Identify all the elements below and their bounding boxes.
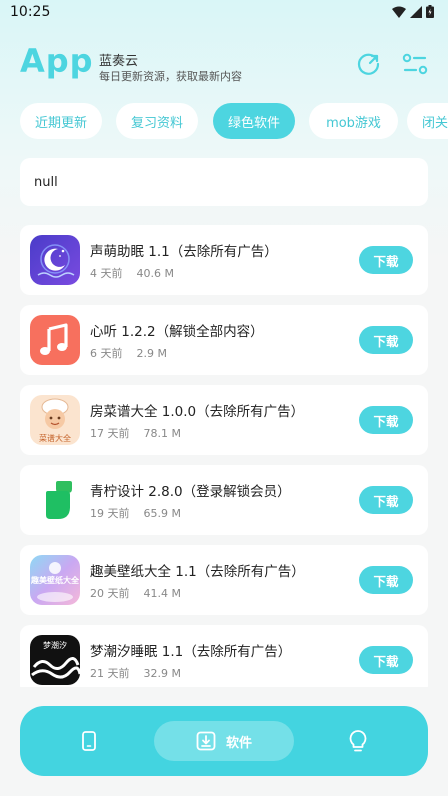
music-note-icon <box>30 315 80 365</box>
list-item[interactable]: 心听 1.2.2（解锁全部内容） 6 天前 2.9 M 下载 <box>20 305 428 375</box>
download-button[interactable]: 下载 <box>359 566 413 594</box>
app-size: 2.9 M <box>136 347 167 360</box>
download-button[interactable]: 下载 <box>359 326 413 354</box>
refresh-button[interactable] <box>356 51 382 77</box>
refresh-icon <box>357 53 380 75</box>
app-name: 趣美壁纸大全 1.1（去除所有广告） <box>90 564 305 580</box>
app-meta: 4 天前 40.6 M <box>90 265 174 281</box>
list-item[interactable]: 趣美壁纸大全 趣美壁纸大全 1.1（去除所有广告） 20 天前 41.4 M 下载 <box>20 545 428 615</box>
settings-button[interactable] <box>402 51 428 77</box>
lightbulb-icon <box>349 730 367 752</box>
cell-signal-icon <box>410 5 422 18</box>
wifi-icon <box>392 6 406 18</box>
tab-review-materials[interactable]: 复习资料 <box>116 103 198 139</box>
app-size: 32.9 M <box>143 667 181 680</box>
download-button[interactable]: 下载 <box>359 486 413 514</box>
download-button[interactable]: 下载 <box>359 406 413 434</box>
list-item[interactable]: 菜谱大全 房菜谱大全 1.0.0（去除所有广告） 17 天前 78.1 M 下载 <box>20 385 428 455</box>
icon-lettering: 趣美壁纸大全 <box>30 575 80 585</box>
download-button[interactable]: 下载 <box>359 246 413 274</box>
tab-green-software[interactable]: 绿色软件 <box>213 103 295 139</box>
app-name: 声萌助眠 1.1（去除所有广告） <box>90 244 278 260</box>
app-name: 心听 1.2.2（解锁全部内容） <box>90 324 264 340</box>
app-time: 19 天前 <box>90 507 130 520</box>
phone-icon <box>82 731 96 751</box>
nav-software-label: 软件 <box>225 735 252 751</box>
tab-mob-games[interactable]: mob游戏 <box>309 103 398 139</box>
app-meta: 20 天前 41.4 M <box>90 585 181 601</box>
nav-phone-button[interactable] <box>78 730 100 752</box>
nav-software-button[interactable]: 软件 <box>154 721 294 761</box>
list-item[interactable]: 青柠设计 2.8.0（登录解锁会员） 19 天前 65.9 M 下载 <box>20 465 428 535</box>
header-subtitle: 蓝奏云 <box>99 54 139 69</box>
tab-retreat[interactable]: 闭关 <box>407 103 448 139</box>
app-time: 20 天前 <box>90 587 130 600</box>
download-icon <box>196 731 216 751</box>
app-time: 17 天前 <box>90 427 130 440</box>
notice-text: null <box>34 175 58 190</box>
wallpaper-icon: 趣美壁纸大全 <box>30 555 80 605</box>
list-item[interactable]: 声萌助眠 1.1（去除所有广告） 4 天前 40.6 M 下载 <box>20 225 428 295</box>
app-time: 21 天前 <box>90 667 130 680</box>
app-name: 房菜谱大全 1.0.0（去除所有广告） <box>90 404 305 420</box>
app-size: 40.6 M <box>136 267 174 280</box>
status-icons <box>392 5 434 18</box>
app-list: 声萌助眠 1.1（去除所有广告） 4 天前 40.6 M 下载 心听 1.2.2（… <box>20 225 428 687</box>
battery-icon <box>426 5 434 18</box>
bottom-nav: 软件 <box>20 706 428 776</box>
tab-recent-updates[interactable]: 近期更新 <box>20 103 102 139</box>
app-size: 78.1 M <box>143 427 181 440</box>
wave-sleep-icon: 梦潮汐 <box>30 635 80 685</box>
icon-lettering: 菜谱大全 <box>39 433 71 443</box>
app-size: 65.9 M <box>143 507 181 520</box>
app-name: 青柠设计 2.8.0（登录解锁会员） <box>90 484 291 500</box>
chef-recipe-icon: 菜谱大全 <box>30 395 80 445</box>
notice-box: null <box>20 158 428 206</box>
green-leaf-icon <box>30 475 80 525</box>
list-item[interactable]: 梦潮汐 梦潮汐睡眠 1.1（去除所有广告） 21 天前 32.9 M 下载 <box>20 625 428 687</box>
header-tagline: 每日更新资源，获取最新内容 <box>99 70 242 83</box>
app-meta: 17 天前 78.1 M <box>90 425 181 441</box>
status-time: 10:25 <box>10 4 51 20</box>
app-meta: 19 天前 65.9 M <box>90 505 181 521</box>
app-time: 4 天前 <box>90 267 123 280</box>
status-bar: 10:25 <box>0 0 448 26</box>
header: App 蓝奏云 每日更新资源，获取最新内容 <box>0 40 448 88</box>
nav-ideas-button[interactable] <box>347 729 369 753</box>
moon-sleep-icon <box>30 235 80 285</box>
category-tabs: 近期更新 复习资料 绿色软件 mob游戏 闭关 <box>20 103 448 139</box>
app-meta: 6 天前 2.9 M <box>90 345 167 361</box>
app-size: 41.4 M <box>143 587 181 600</box>
app-name: 梦潮汐睡眠 1.1（去除所有广告） <box>90 644 292 660</box>
app-meta: 21 天前 32.9 M <box>90 665 181 681</box>
app-title: App <box>20 42 94 80</box>
app-time: 6 天前 <box>90 347 123 360</box>
icon-lettering: 梦潮汐 <box>43 640 67 650</box>
settings-sliders-icon <box>402 53 428 75</box>
download-button[interactable]: 下载 <box>359 646 413 674</box>
